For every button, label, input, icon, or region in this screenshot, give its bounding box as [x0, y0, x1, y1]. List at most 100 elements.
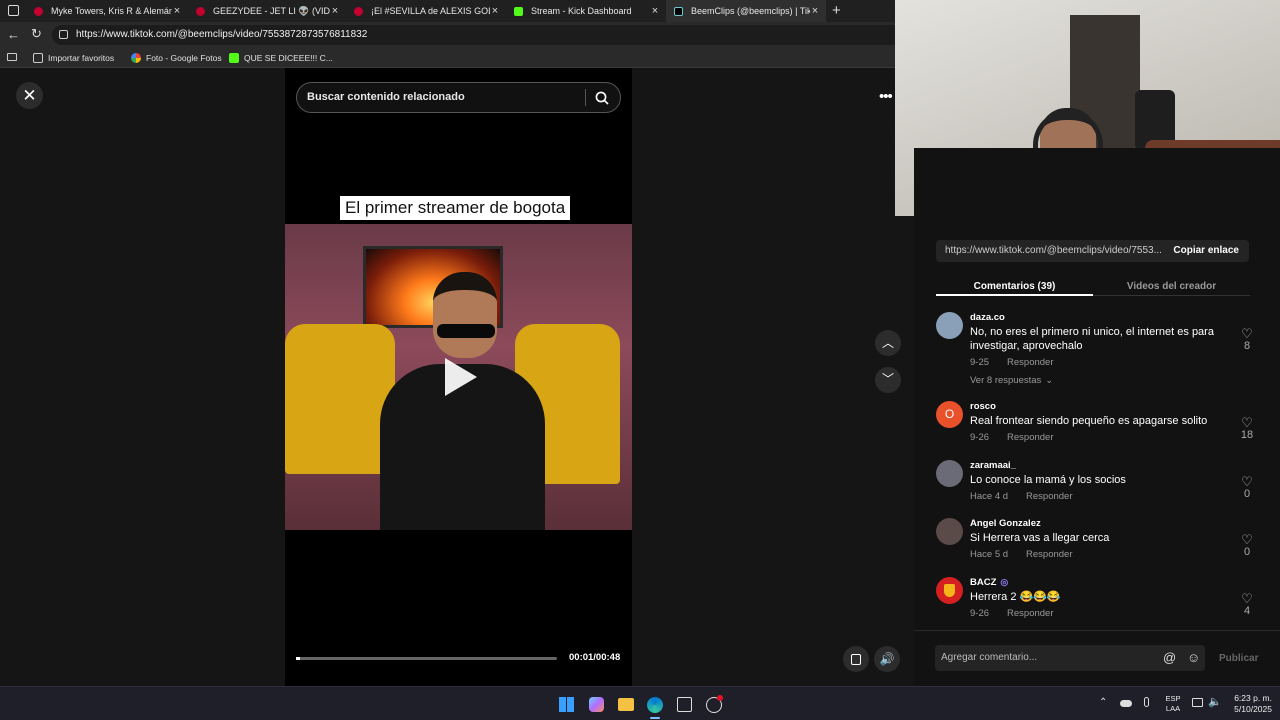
close-icon[interactable]: ×	[172, 5, 182, 17]
comment-item: BACZ ◎ Herrera 2 😂😂😂 9-26 Responder ♡ 4	[936, 577, 1256, 627]
heart-icon[interactable]: ♡	[1238, 533, 1256, 546]
publish-button[interactable]: Publicar	[1219, 653, 1258, 664]
heart-icon[interactable]: ♡	[1238, 416, 1256, 429]
comment-meta: 9-25 Responder	[970, 357, 1072, 368]
video-progress-bar[interactable]	[296, 657, 557, 660]
tab-youtube-1[interactable]: Myke Towers, Kris R & Alemán - M ×	[26, 0, 188, 22]
share-link-box: https://www.tiktok.com/@beemclips/video/…	[936, 240, 1249, 262]
comment-input[interactable]: Agregar comentario... @ ☺	[935, 645, 1205, 671]
tab-youtube-3[interactable]: ¡El #SEVILLA de ALEXIS GOLEÓ al ×	[346, 0, 506, 22]
view-replies-button[interactable]: Ver 8 respuestas ⌄	[970, 375, 1071, 386]
tab-creator-videos[interactable]: Videos del creador	[1093, 276, 1250, 296]
back-icon[interactable]: ←	[7, 27, 20, 42]
comment-username[interactable]: Angel Gonzalez	[970, 518, 1041, 529]
tab-title: BeemClips (@beemclips) | TikTok	[691, 6, 810, 16]
tab-kick-dashboard[interactable]: Stream - Kick Dashboard ×	[506, 0, 666, 22]
like-count: 18	[1240, 429, 1254, 441]
windows-taskbar: ⌃ ESP LAA 🔈 6:23 p. m. 5/10/2025	[0, 686, 1280, 720]
microphone-icon[interactable]	[1144, 697, 1149, 707]
play-icon[interactable]	[445, 358, 477, 396]
tab-title: Myke Towers, Kris R & Alemán - M	[51, 6, 172, 16]
avatar[interactable]	[936, 577, 963, 604]
avatar-initial: O	[944, 407, 955, 421]
store-icon[interactable]	[677, 697, 692, 712]
close-icon[interactable]: ×	[810, 5, 820, 17]
reading-list-icon[interactable]	[7, 53, 17, 61]
youtube-icon	[196, 6, 205, 16]
previous-video-button[interactable]: ︿	[875, 330, 901, 356]
emoji-icon[interactable]: ☺	[1187, 650, 1200, 665]
copilot-icon[interactable]	[589, 697, 604, 712]
comment-username[interactable]: rosco	[970, 401, 996, 412]
username-text: BACZ	[970, 577, 997, 588]
like-count: 4	[1243, 605, 1251, 617]
copy-link-button[interactable]: Copiar enlace	[1173, 245, 1239, 256]
verified-icon: ◎	[1000, 577, 1009, 587]
tab-actions-icon[interactable]	[8, 5, 19, 16]
video-frame[interactable]	[285, 224, 632, 530]
volume-button[interactable]: 🔊	[874, 646, 900, 672]
file-explorer-icon[interactable]	[618, 698, 634, 711]
next-video-button[interactable]: ﹀	[875, 367, 901, 393]
kick-icon	[514, 6, 523, 16]
comment-meta: Hace 5 d Responder	[970, 549, 1091, 560]
site-info-icon[interactable]	[59, 30, 68, 39]
start-icon[interactable]	[559, 697, 574, 712]
new-tab-button[interactable]: +	[832, 2, 841, 19]
clock[interactable]: 6:23 p. m. 5/10/2025	[1226, 693, 1272, 715]
share-url: https://www.tiktok.com/@beemclips/video/…	[945, 245, 1162, 256]
avatar[interactable]	[936, 460, 963, 487]
reply-button[interactable]: Responder	[1007, 357, 1053, 368]
video-player[interactable]: Buscar contenido relacionado El primer s…	[285, 68, 632, 686]
onedrive-icon[interactable]	[1120, 700, 1132, 707]
comment-likes[interactable]: ♡ 18	[1238, 416, 1256, 441]
tab-comments[interactable]: Comentarios (39)	[936, 276, 1093, 296]
bookmark-import[interactable]: Importar favoritos	[33, 51, 114, 65]
comment-likes[interactable]: ♡ 0	[1238, 475, 1256, 500]
refresh-icon[interactable]: ↻	[31, 26, 42, 42]
comment-item: zaramaai_ Lo conoce la mamá y los socios…	[936, 460, 1256, 510]
heart-icon[interactable]: ♡	[1238, 592, 1256, 605]
comment-username[interactable]: BACZ ◎	[970, 577, 1008, 588]
language-indicator[interactable]: ESP LAA	[1163, 694, 1183, 714]
close-icon[interactable]: ×	[490, 5, 500, 17]
pip-button[interactable]	[843, 646, 869, 672]
volume-icon[interactable]: 🔈	[1208, 695, 1222, 708]
reply-button[interactable]: Responder	[1007, 608, 1053, 619]
comment-username[interactable]: zaramaai_	[970, 460, 1016, 471]
comment-likes[interactable]: ♡ 8	[1238, 327, 1256, 352]
bookmark-google-photos[interactable]: Foto - Google Fotos	[131, 51, 222, 65]
comment-username[interactable]: daza.co	[970, 312, 1005, 323]
close-icon[interactable]: ×	[330, 5, 340, 17]
network-icon[interactable]	[1192, 698, 1203, 707]
avatar[interactable]	[936, 312, 963, 339]
related-search-input[interactable]: Buscar contenido relacionado	[296, 82, 621, 113]
heart-icon[interactable]: ♡	[1238, 327, 1256, 340]
search-icon[interactable]	[595, 91, 609, 105]
bookmark-kick[interactable]: QUE SE DICEEE!!! C...	[229, 51, 333, 65]
mention-icon[interactable]: @	[1163, 650, 1176, 665]
avatar[interactable]: O	[936, 401, 963, 428]
like-count: 8	[1243, 340, 1251, 352]
comment-item: Angel Gonzalez Si Herrera vas a llegar c…	[936, 518, 1256, 568]
shield-logo-icon	[944, 584, 955, 597]
avatar[interactable]	[936, 518, 963, 545]
reply-button[interactable]: Responder	[1026, 549, 1072, 560]
close-video-button[interactable]: ✕	[16, 82, 43, 109]
tray-chevron-icon[interactable]: ⌃	[1099, 697, 1107, 708]
url-field[interactable]: https://www.tiktok.com/@beemclips/video/…	[52, 25, 902, 45]
speaker-icon: 🔊	[879, 652, 895, 666]
more-options-icon[interactable]: •••	[879, 88, 893, 105]
reply-button[interactable]: Responder	[1026, 491, 1072, 502]
reply-button[interactable]: Responder	[1007, 432, 1053, 443]
edge-icon[interactable]	[647, 697, 663, 713]
comment-likes[interactable]: ♡ 0	[1238, 533, 1256, 558]
comment-likes[interactable]: ♡ 4	[1238, 592, 1256, 617]
clock-time: 6:23 p. m.	[1234, 693, 1272, 703]
tab-youtube-2[interactable]: GEEZYDEE - JET LI 👽 (VIDEO OFI ×	[188, 0, 346, 22]
folder-icon	[33, 53, 43, 63]
tab-tiktok[interactable]: BeemClips (@beemclips) | TikTok ×	[666, 0, 826, 22]
comment-date: 9-26	[970, 608, 990, 619]
close-icon[interactable]: ×	[650, 5, 660, 17]
heart-icon[interactable]: ♡	[1238, 475, 1256, 488]
